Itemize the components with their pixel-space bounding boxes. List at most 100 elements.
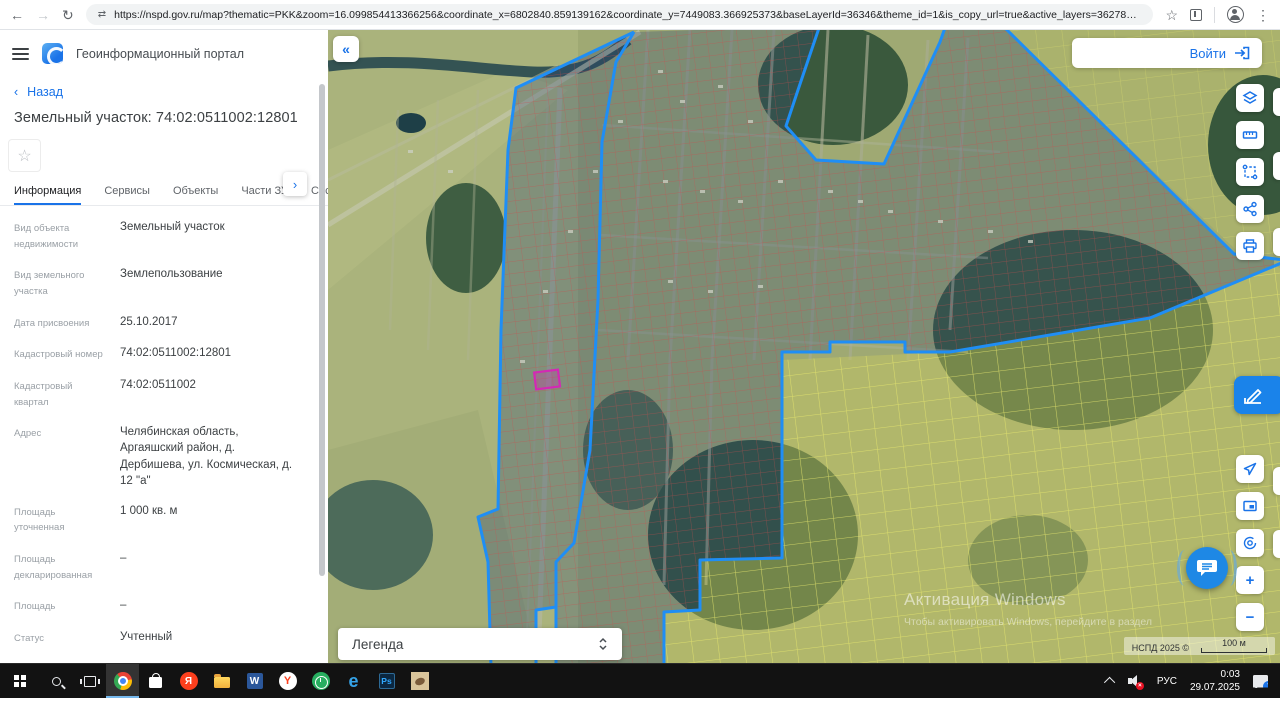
scale-label: 100 м bbox=[1222, 638, 1246, 648]
location-arrow-icon bbox=[1243, 462, 1257, 476]
field-label: Дата присвоения bbox=[14, 317, 90, 329]
taskbar-photoshop[interactable]: Ps bbox=[370, 664, 403, 698]
address-bar[interactable]: ⇄ https://nspd.gov.ru/map?thematic=PKK&z… bbox=[85, 4, 1154, 25]
taskbar-file-explorer[interactable] bbox=[205, 664, 238, 698]
back-link[interactable]: ‹ Назад bbox=[0, 72, 328, 99]
select-area-button[interactable] bbox=[1236, 158, 1264, 186]
browser-back-icon[interactable]: ← bbox=[10, 8, 24, 22]
taskbar-game-app[interactable] bbox=[403, 664, 436, 698]
field-label: Площадь декларированная bbox=[14, 554, 93, 581]
task-view-button[interactable] bbox=[73, 664, 106, 698]
tray-time: 0:03 bbox=[1220, 669, 1240, 680]
map-viewport[interactable]: « Войти + − Легенда НСПД 2025 © 100 м Ак… bbox=[328, 30, 1280, 663]
collapse-panel-button[interactable]: « bbox=[333, 36, 359, 62]
scrollbar-thumb[interactable] bbox=[319, 84, 325, 576]
coordinate-search-icon bbox=[1243, 536, 1257, 550]
profile-avatar-icon[interactable] bbox=[1227, 6, 1244, 23]
browser-toolbar: ← → ↻ ⇄ https://nspd.gov.ru/map?thematic… bbox=[0, 0, 1280, 30]
tab-objects[interactable]: Объекты bbox=[173, 185, 218, 205]
system-tray: × РУС 0:03 29.07.2025 1 bbox=[1103, 664, 1280, 698]
field-row: Площадь уточненная 1 000 кв. м bbox=[14, 503, 300, 536]
legend-bar[interactable]: Легенда bbox=[338, 628, 622, 660]
login-button[interactable]: Войти bbox=[1072, 38, 1262, 68]
map-attribution: НСПД 2025 © 100 м bbox=[1123, 637, 1275, 655]
clock[interactable]: 0:03 29.07.2025 bbox=[1190, 668, 1240, 694]
scale-line bbox=[1201, 648, 1267, 653]
field-row: Статус Учтенный bbox=[14, 629, 300, 647]
windows-activation-watermark-line2: Чтобы активировать Windows, перейдите в … bbox=[904, 616, 1152, 628]
game-app-icon bbox=[410, 672, 429, 690]
favorite-button[interactable]: ☆ bbox=[8, 139, 41, 172]
layers-button[interactable] bbox=[1236, 84, 1264, 112]
field-value: Земельный участок bbox=[120, 221, 225, 233]
overview-map-button[interactable] bbox=[1236, 492, 1264, 520]
notification-center-icon[interactable]: 1 bbox=[1253, 674, 1268, 690]
layers-icon bbox=[1242, 91, 1258, 104]
draw-tool-button-active[interactable] bbox=[1234, 376, 1280, 414]
copyright-label: НСПД 2025 © bbox=[1131, 643, 1189, 653]
edge-panel-sliver bbox=[1273, 152, 1280, 180]
field-value: Челябинская область, Аргаяшский район, д… bbox=[120, 426, 293, 487]
field-row: Дата присвоения 25.10.2017 bbox=[14, 314, 300, 332]
expand-collapse-icon bbox=[599, 637, 607, 651]
share-icon bbox=[1243, 201, 1257, 217]
bookmark-star-icon[interactable]: ☆ bbox=[1165, 8, 1178, 22]
microsoft-store-icon bbox=[149, 673, 162, 688]
locate-me-button[interactable] bbox=[1236, 455, 1264, 483]
field-label: Площадь уточненная bbox=[14, 506, 65, 534]
taskbar-yandex-app[interactable]: Я bbox=[172, 664, 205, 698]
windows-activation-watermark: Активация Windows bbox=[904, 590, 1066, 609]
field-label: Вид земельного участка bbox=[14, 270, 85, 298]
edge-panel-sliver bbox=[1273, 88, 1280, 116]
tab-scroll-button[interactable]: › bbox=[283, 172, 307, 196]
coordinate-search-button[interactable] bbox=[1236, 529, 1264, 557]
volume-muted-icon[interactable]: × bbox=[1127, 674, 1144, 690]
site-info-icon[interactable]: ⇄ bbox=[98, 9, 106, 20]
tab-services[interactable]: Сервисы bbox=[104, 185, 150, 205]
field-row: Адрес Челябинская область, Аргаяшский рай… bbox=[14, 424, 300, 488]
browser-reload-icon[interactable]: ↻ bbox=[62, 8, 74, 22]
search-icon bbox=[52, 676, 61, 686]
taskbar-edge[interactable]: e bbox=[337, 664, 370, 698]
plus-icon: + bbox=[1245, 571, 1255, 589]
field-row: Вид объекта недвижимости Земельный участо… bbox=[14, 219, 300, 252]
windows-logo-icon bbox=[14, 675, 26, 687]
browser-forward-icon[interactable]: → bbox=[36, 8, 50, 22]
taskbar-yandex-browser[interactable]: Y bbox=[271, 664, 304, 698]
chat-bubble-icon bbox=[1197, 560, 1217, 576]
taskbar-search-button[interactable] bbox=[40, 664, 73, 698]
panel-scrollbar[interactable] bbox=[319, 30, 325, 663]
zoom-in-button[interactable]: + bbox=[1236, 566, 1264, 594]
mute-badge: × bbox=[1135, 681, 1144, 690]
field-label: Кадастровый квартал bbox=[14, 381, 73, 408]
field-rows: Вид объекта недвижимости Земельный участо… bbox=[0, 206, 328, 663]
taskbar-word[interactable]: W bbox=[238, 664, 271, 698]
photoshop-icon: Ps bbox=[378, 673, 395, 689]
url-text[interactable]: https://nspd.gov.ru/map?thematic=PKK&zoo… bbox=[114, 9, 1141, 21]
measure-button[interactable] bbox=[1236, 121, 1264, 149]
taskbar-green-app[interactable] bbox=[304, 664, 337, 698]
taskbar-chrome-active[interactable] bbox=[106, 664, 139, 698]
field-value: 74:02:0511002:12801 bbox=[120, 347, 232, 360]
login-label: Войти bbox=[1189, 45, 1226, 61]
tab-parts-zu[interactable]: Части ЗУ bbox=[241, 185, 288, 205]
print-button[interactable] bbox=[1236, 232, 1264, 260]
browser-menu-icon[interactable]: ⋮ bbox=[1256, 8, 1270, 22]
downloads-icon[interactable] bbox=[1190, 8, 1202, 21]
nspd-logo bbox=[42, 43, 63, 64]
tabs: ИнформацияСервисыОбъектыЧасти ЗУСоста bbox=[0, 172, 328, 206]
edge-panel-sliver bbox=[1273, 530, 1280, 558]
chrome-icon bbox=[113, 672, 132, 690]
start-button[interactable] bbox=[0, 664, 40, 698]
field-row: Площадь декларированная – bbox=[14, 550, 300, 583]
tab-information[interactable]: Информация bbox=[14, 185, 82, 205]
field-label: Статус bbox=[14, 633, 45, 645]
satellite-map[interactable] bbox=[328, 30, 1280, 663]
share-button[interactable] bbox=[1236, 195, 1264, 223]
chat-button[interactable] bbox=[1177, 547, 1237, 589]
language-indicator[interactable]: РУС bbox=[1157, 676, 1177, 687]
hamburger-menu-icon[interactable] bbox=[12, 47, 29, 60]
selected-parcel-highlight[interactable] bbox=[532, 368, 562, 391]
tray-chevron-up-icon[interactable] bbox=[1103, 676, 1116, 689]
taskbar-store[interactable] bbox=[139, 664, 172, 698]
